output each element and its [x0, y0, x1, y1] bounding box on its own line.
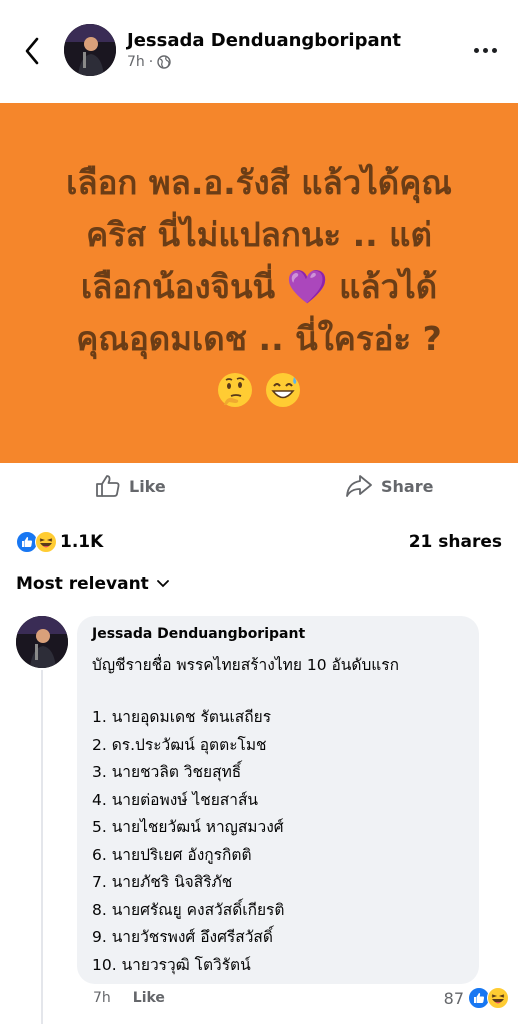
post-header: Jessada Denduangboripant 7h · [0, 0, 518, 95]
banner-line: คุณอุดมเดช .. นี่ใครอ่ะ ? [76, 319, 442, 358]
chevron-left-icon [25, 37, 39, 65]
list-item: 6. นายปริเยศ อังกูรกิตติ [92, 845, 252, 864]
list-item: 2. ดร.ประวัฒน์ อุตตะโมช [92, 735, 267, 754]
haha-reaction-icon [35, 531, 57, 553]
list-item: 7. นายภัชริ นิจสิริภัช [92, 873, 233, 891]
dot-icon [482, 47, 488, 53]
banner-line: เลือกน้องจินนี่ 💜 แล้วได้ [80, 267, 438, 306]
share-arrow-icon [346, 475, 372, 497]
banner-text: เลือก พล.อ.รังสี แล้วได้คุณ คริส นี่ไม่แ… [24, 157, 494, 365]
list-item: 3. นายชวลิต วิชยสุทธิ์ [92, 763, 242, 781]
commenter-avatar[interactable] [16, 616, 68, 668]
dot-icon [491, 47, 497, 53]
candidate-list: 1. นายอุดมเดช รัตนเสถียร 2. ดร.ประวัฒน์ … [92, 704, 284, 979]
author-avatar[interactable] [64, 24, 116, 76]
comment-time[interactable]: 7h [93, 990, 111, 1006]
globe-icon[interactable] [157, 55, 171, 69]
list-item: 10. นายวรวุฒิ โตวิรัตน์ [92, 955, 251, 974]
like-button[interactable]: Like [95, 474, 166, 498]
comment-reaction-icons [468, 987, 509, 1009]
haha-reaction-icon [487, 987, 509, 1009]
comment-like-button[interactable]: Like [133, 990, 165, 1006]
back-button[interactable] [18, 34, 46, 68]
sort-label: Most relevant [16, 574, 149, 594]
post-time[interactable]: 7h [127, 54, 145, 70]
list-item: 9. นายวัชรพงศ์ อึงศรีสวัสดิ์ [92, 928, 273, 946]
reaction-icons [16, 531, 57, 553]
post-actions: Like Share [0, 470, 518, 510]
share-button[interactable]: Share [345, 474, 433, 498]
post-text-banner[interactable]: เลือก พล.อ.รังสี แล้วได้คุณ คริส นี่ไม่แ… [0, 103, 518, 463]
banner-line: เลือก พล.อ.รังสี แล้วได้คุณ [66, 163, 452, 202]
comment-sort-dropdown[interactable]: Most relevant [16, 574, 169, 594]
list-item: 5. นายไชยวัฒน์ หาญสมวงศ์ [92, 818, 284, 836]
banner-line: คริส นี่ไม่แปลกนะ .. แต่ [86, 215, 432, 254]
comment-footer: 7h Like [93, 990, 165, 1006]
post-meta: 7h · [127, 54, 171, 70]
thread-line [41, 670, 43, 1024]
thumbs-up-icon [96, 475, 120, 497]
reaction-count: 1.1K [60, 532, 104, 552]
meta-separator: · [148, 54, 154, 70]
comment-intro: บัญชีรายชื่อ พรรคไทยสร้างไทย 10 อันดับแร… [92, 656, 400, 674]
comment-reactions[interactable]: 87 [443, 987, 509, 1009]
author-name[interactable]: Jessada Denduangboripant [127, 30, 401, 51]
reaction-stats: 1.1K 21 shares [16, 528, 502, 556]
comment-reaction-count: 87 [443, 988, 464, 1008]
like-label: Like [129, 476, 166, 496]
dot-icon [473, 47, 479, 53]
share-label: Share [381, 476, 434, 496]
thinking-face-icon [218, 373, 252, 407]
grinning-sweat-face-icon [266, 373, 300, 407]
list-item: 8. นายศรัณยู คงสวัสดิ์เกียรติ [92, 900, 285, 919]
banner-emoji-row [216, 371, 302, 409]
shares-count[interactable]: 21 shares [409, 532, 502, 552]
chevron-down-icon [156, 580, 169, 588]
list-item: 4. นายต่อพงษ์ ไชยสาส์น [92, 790, 259, 809]
list-item: 1. นายอุดมเดช รัตนเสถียร [92, 708, 272, 726]
more-options-button[interactable] [470, 40, 500, 60]
reaction-summary[interactable]: 1.1K [16, 531, 103, 553]
comment-bubble[interactable]: Jessada Denduangboripant บัญชีรายชื่อ พร… [77, 616, 479, 984]
comment-author[interactable]: Jessada Denduangboripant [92, 626, 305, 642]
